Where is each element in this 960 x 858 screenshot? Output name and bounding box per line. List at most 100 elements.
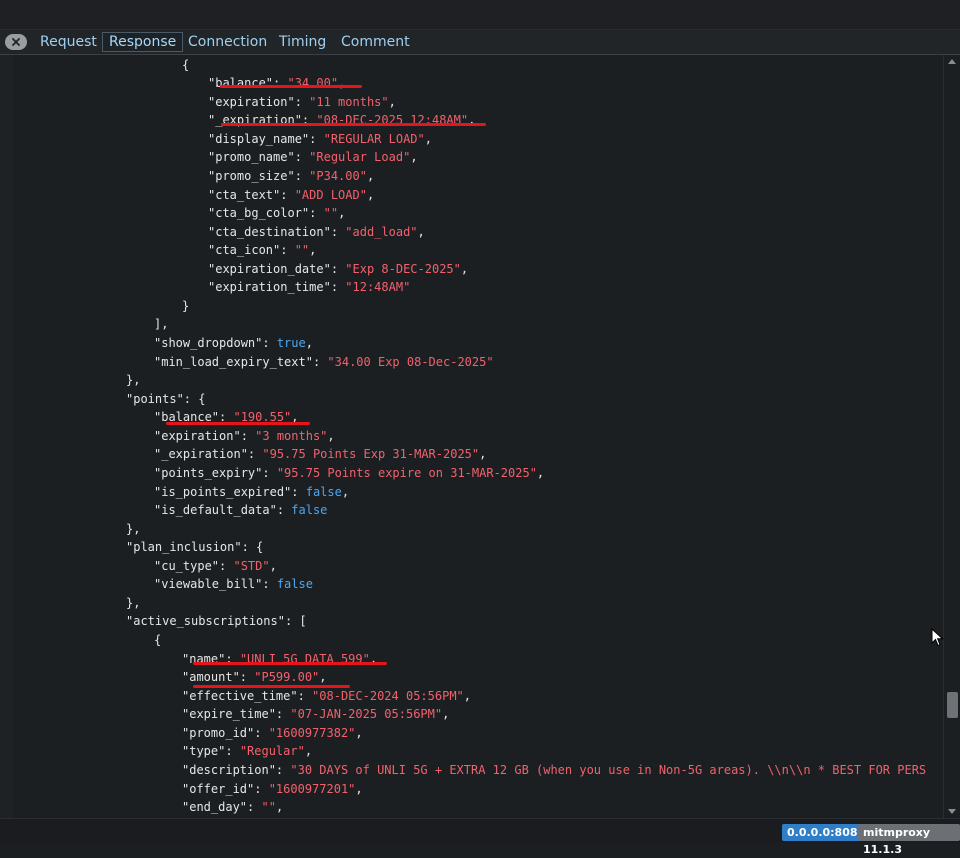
code-line: "plan_inclusion": { — [126, 538, 263, 556]
json-key: "expiration" — [208, 95, 295, 109]
scroll-up-icon[interactable] — [948, 59, 956, 64]
json-key: "display_name" — [208, 132, 310, 146]
json-string-value: "11 months" — [309, 95, 389, 109]
json-punctuation: { — [154, 633, 162, 647]
tab-comment[interactable]: Comment — [335, 32, 416, 52]
scroll-down-icon[interactable] — [948, 809, 956, 814]
json-punctuation: : — [275, 763, 291, 777]
json-punctuation: }, — [126, 373, 141, 387]
json-string-value: "P599.00" — [254, 670, 320, 684]
json-key: "promo_size" — [208, 169, 295, 183]
json-punctuation: , — [417, 225, 425, 239]
json-key: "promo_id" — [182, 726, 255, 740]
json-punctuation: : — [276, 503, 292, 517]
json-key: "effective_time" — [182, 689, 298, 703]
json-string-value: "95.75 Points Exp 31-MAR-2025" — [262, 447, 480, 461]
json-string-value: "Regular Load" — [309, 150, 411, 164]
json-key: "expiration" — [154, 429, 241, 443]
json-key: "is_default_data" — [154, 503, 277, 517]
json-punctuation: : — [294, 150, 310, 164]
code-line: "cta_text": "ADD LOAD", — [208, 186, 374, 204]
json-punctuation: , — [305, 336, 313, 350]
json-punctuation: : — [254, 726, 269, 740]
json-punctuation: , — [410, 150, 418, 164]
code-line: "type": "Regular", — [182, 742, 312, 760]
code-line: "effective_time": "08-DEC-2024 05:56PM", — [182, 687, 471, 705]
json-string-value: "P34.00" — [309, 169, 367, 183]
json-key: "cta_bg_color" — [208, 206, 310, 220]
json-punctuation: : — [294, 169, 310, 183]
json-punctuation: : — [330, 225, 346, 239]
json-punctuation: : { — [183, 392, 206, 406]
code-line: "end_day": "", — [182, 798, 283, 816]
json-punctuation: : { — [241, 540, 264, 554]
json-key: "points" — [126, 392, 184, 406]
code-line: "name": "UNLI 5G DATA 599", — [182, 650, 377, 668]
json-punctuation: , — [463, 689, 471, 703]
json-string-value: "95.75 Points expire on 31-MAR-2025" — [276, 466, 537, 480]
code-line: "display_name": "REGULAR LOAD", — [208, 130, 432, 148]
json-string-value: "30 DAYS of UNLI 5G + EXTRA 12 GB (when … — [290, 763, 927, 777]
response-body-viewer[interactable]: { "balance": "34.00", "expiration": "11 mo… — [13, 55, 943, 818]
json-key: "cta_text" — [208, 188, 281, 202]
json-key: "is_points_expired" — [154, 485, 292, 499]
json-string-value: "" — [323, 206, 339, 220]
json-punctuation: , — [366, 169, 375, 183]
mouse-cursor-icon — [931, 628, 944, 647]
vertical-scrollbar[interactable] — [943, 55, 960, 818]
json-string-value: "3 months" — [255, 429, 328, 443]
json-key: "end_day" — [182, 800, 248, 814]
json-key: "plan_inclusion" — [126, 540, 242, 554]
tab-request[interactable]: Request — [34, 32, 103, 52]
code-line: { — [182, 56, 189, 74]
code-line: "promo_size": "P34.00", — [208, 167, 374, 185]
json-punctuation: ], — [154, 317, 169, 331]
json-key: "description" — [182, 763, 276, 777]
annotation-underline — [221, 123, 486, 126]
json-string-value: "ADD LOAD" — [294, 188, 367, 202]
json-key: "expiration_date" — [208, 262, 331, 276]
json-punctuation: , — [424, 132, 432, 146]
detail-tab-bar: Request Response Connection Timing Comme… — [0, 30, 960, 55]
tab-response[interactable]: Response — [102, 32, 184, 52]
code-line: "min_load_expiry_text": "34.00 Exp 08-De… — [154, 353, 494, 371]
json-key: "viewable_bill" — [154, 577, 263, 591]
json-punctuation: : [ — [284, 614, 307, 628]
json-string-value: "Regular" — [239, 744, 305, 758]
close-icon[interactable] — [5, 34, 27, 50]
code-line: "cta_destination": "add_load", — [208, 223, 425, 241]
code-line: }, — [126, 520, 140, 538]
code-line: "expiration": "3 months", — [154, 427, 335, 445]
json-punctuation: : — [330, 262, 346, 276]
status-bar: 0.0.0.0:8080 mitmproxy 11.1.3 — [0, 818, 960, 856]
code-line: "viewable_bill": false — [154, 575, 313, 593]
json-boolean-value: false — [305, 485, 342, 499]
window-top-bar — [0, 0, 960, 30]
tab-timing[interactable]: Timing — [273, 32, 332, 52]
json-punctuation: : — [240, 429, 256, 443]
code-line: "_expiration": "95.75 Points Exp 31-MAR-… — [154, 445, 486, 463]
json-key: "active_subscriptions" — [126, 614, 285, 628]
json-key: "points_expiry" — [154, 466, 263, 480]
code-line: ], — [154, 315, 168, 333]
code-line: "is_default_data": false — [154, 501, 327, 519]
json-punctuation: , — [269, 559, 277, 573]
json-boolean-value: false — [276, 577, 313, 591]
annotation-underline — [193, 662, 387, 665]
json-string-value: "1600977382" — [268, 726, 356, 740]
json-punctuation: , — [388, 95, 396, 109]
code-line: "cta_icon": "", — [208, 241, 316, 259]
json-punctuation: : — [294, 95, 310, 109]
code-line: }, — [126, 594, 140, 612]
code-line: "promo_name": "Regular Load", — [208, 148, 418, 166]
code-line: "active_subscriptions": [ — [126, 612, 307, 630]
json-punctuation: }, — [126, 596, 141, 610]
json-key: "cu_type" — [154, 559, 220, 573]
json-punctuation: : — [291, 485, 306, 499]
tab-connection[interactable]: Connection — [182, 32, 273, 52]
json-punctuation: : — [262, 577, 277, 591]
json-string-value: "add_load" — [345, 225, 418, 239]
scrollbar-thumb[interactable] — [947, 692, 958, 718]
code-line: "balance": "34.00", — [208, 74, 345, 92]
code-line: "show_dropdown": true, — [154, 334, 313, 352]
